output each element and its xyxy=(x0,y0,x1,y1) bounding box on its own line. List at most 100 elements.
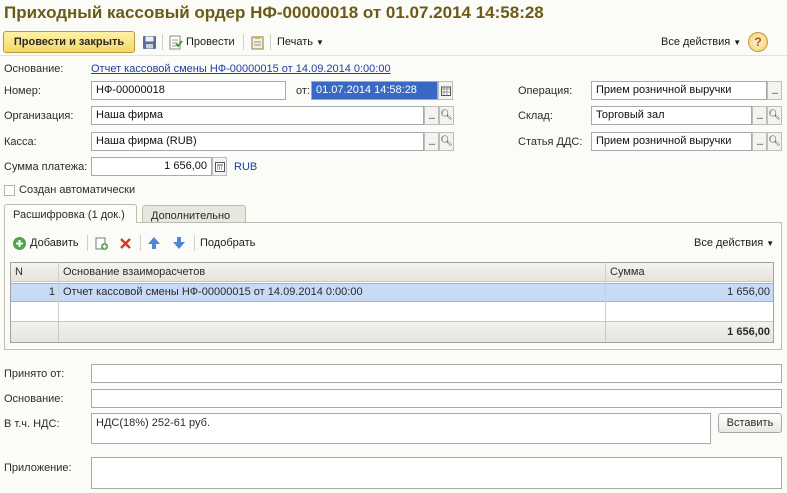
operation-label: Операция: xyxy=(518,85,573,97)
warehouse-field[interactable]: Торговый зал xyxy=(591,106,752,125)
plus-circle-icon xyxy=(12,236,27,251)
copy-document-icon xyxy=(94,236,109,251)
number-label: Номер: xyxy=(4,85,41,97)
chevron-down-icon: ▼ xyxy=(733,37,742,47)
calendar-icon xyxy=(440,86,451,96)
copy-row-button[interactable] xyxy=(94,234,109,252)
toolbar-separator xyxy=(270,34,271,50)
post-document-icon xyxy=(168,35,183,50)
toolbar-separator xyxy=(162,34,163,50)
bottom-basis-field[interactable] xyxy=(91,389,782,408)
tab-additional[interactable]: Дополнительно xyxy=(142,205,246,222)
number-field[interactable]: НФ-00000018 xyxy=(91,81,286,100)
select-button[interactable]: Подобрать xyxy=(200,234,255,252)
checkbox-box xyxy=(4,184,15,196)
bottom-basis-label: Основание: xyxy=(4,393,64,405)
table-row[interactable]: 1 Отчет кассовой смены НФ-00000015 от 14… xyxy=(11,283,773,302)
arrow-up-icon xyxy=(147,236,161,250)
attachment-label: Приложение: xyxy=(4,462,72,474)
cash-label: Касса: xyxy=(4,136,37,148)
cash-field[interactable]: Наша фирма (RUB) xyxy=(91,132,424,151)
dds-field[interactable]: Прием розничной выручки xyxy=(591,132,752,151)
ellipsis-icon: ... xyxy=(771,84,778,97)
add-row-label: Добавить xyxy=(30,237,79,249)
ellipsis-icon: ... xyxy=(428,109,435,122)
amount-label: Сумма платежа: xyxy=(4,161,88,173)
all-actions-menu[interactable]: Все действия ▼ xyxy=(661,33,741,51)
add-row-button[interactable]: Добавить xyxy=(12,234,79,252)
vat-field[interactable]: НДС(18%) 252-61 руб. xyxy=(91,413,711,444)
ellipsis-icon: ... xyxy=(756,109,763,122)
warehouse-label: Склад: xyxy=(518,110,553,122)
operation-choose-button[interactable]: ... xyxy=(767,81,782,100)
save-button[interactable] xyxy=(142,33,157,51)
post-button-label: Провести xyxy=(186,36,235,48)
delete-x-icon xyxy=(119,237,132,250)
move-up-button[interactable] xyxy=(147,234,161,252)
attachment-field[interactable] xyxy=(91,457,782,489)
calculator-button[interactable] xyxy=(212,157,227,176)
move-down-button[interactable] xyxy=(172,234,186,252)
calculator-icon xyxy=(214,161,225,172)
column-header-n[interactable]: N xyxy=(11,263,59,282)
table-all-actions-menu[interactable]: Все действия ▼ xyxy=(694,234,774,252)
clipboard-icon xyxy=(250,35,265,50)
all-actions-label: Все действия xyxy=(661,36,731,48)
calendar-button[interactable] xyxy=(438,81,453,100)
delete-row-button[interactable] xyxy=(119,234,132,252)
column-divider xyxy=(58,321,59,342)
chevron-down-icon: ▼ xyxy=(316,37,324,47)
tab-breakdown[interactable]: Расшифровка (1 док.) xyxy=(4,204,137,223)
post-button[interactable]: Провести xyxy=(168,33,235,51)
toolbar-divider xyxy=(0,55,787,56)
toolbar-separator xyxy=(194,235,195,251)
magnifier-icon: 🔍︎ xyxy=(768,110,781,121)
amount-field[interactable]: 1 656,00 xyxy=(91,157,212,176)
cash-open-button[interactable]: 🔍︎ xyxy=(439,132,454,151)
magnifier-icon: 🔍︎ xyxy=(440,136,453,147)
dds-open-button[interactable]: 🔍︎ xyxy=(767,132,782,151)
insert-button[interactable]: Вставить xyxy=(718,413,782,433)
table-all-actions-label: Все действия xyxy=(694,237,764,249)
organization-field[interactable]: Наша фирма xyxy=(91,106,424,125)
date-label: от: xyxy=(296,85,310,97)
auto-created-label: Создан автоматически xyxy=(19,184,136,196)
warehouse-choose-button[interactable]: ... xyxy=(752,106,767,125)
basis-link[interactable]: Отчет кассовой смены НФ-00000015 от 14.0… xyxy=(91,63,391,75)
post-and-close-button[interactable]: Провести и закрыть xyxy=(3,31,135,53)
column-header-sum[interactable]: Сумма xyxy=(606,263,773,282)
cash-choose-button[interactable]: ... xyxy=(424,132,439,151)
ellipsis-icon: ... xyxy=(756,135,763,148)
dds-label: Статья ДДС: xyxy=(518,136,583,148)
arrow-down-icon xyxy=(172,236,186,250)
dds-choose-button[interactable]: ... xyxy=(752,132,767,151)
toolbar-separator xyxy=(140,235,141,251)
organization-label: Организация: xyxy=(4,110,74,122)
received-from-label: Принято от: xyxy=(4,368,65,380)
print-menu-label: Печать xyxy=(277,36,314,48)
chevron-down-icon: ▼ xyxy=(766,238,775,248)
row-number: 1 xyxy=(48,286,55,298)
ellipsis-icon: ... xyxy=(428,135,435,148)
warehouse-open-button[interactable]: 🔍︎ xyxy=(767,106,782,125)
organization-open-button[interactable]: 🔍︎ xyxy=(439,106,454,125)
table-footer: 1 656,00 xyxy=(11,321,773,342)
row-basis: Отчет кассовой смены НФ-00000015 от 14.0… xyxy=(63,286,363,298)
date-field[interactable]: 01.07.2014 14:58:28 xyxy=(311,81,438,100)
toolbar-separator xyxy=(87,235,88,251)
auto-created-checkbox[interactable]: Создан автоматически xyxy=(4,184,135,196)
row-sum: 1 656,00 xyxy=(727,286,770,298)
floppy-disk-icon xyxy=(142,35,157,50)
organization-choose-button[interactable]: ... xyxy=(424,106,439,125)
currency-label: RUB xyxy=(234,161,258,173)
operation-field[interactable]: Прием розничной выручки xyxy=(591,81,767,100)
received-from-field[interactable] xyxy=(91,364,782,383)
report-button[interactable] xyxy=(250,33,265,51)
column-divider xyxy=(605,321,606,342)
help-button[interactable]: ? xyxy=(748,32,768,52)
print-menu[interactable]: Печать ▼ xyxy=(277,33,324,51)
column-header-basis[interactable]: Основание взаиморасчетов xyxy=(59,263,606,282)
breakdown-table: N Основание взаиморасчетов Сумма 1 Отчет… xyxy=(10,262,774,343)
basis-label: Основание: xyxy=(4,63,64,75)
toolbar-separator xyxy=(243,34,244,50)
